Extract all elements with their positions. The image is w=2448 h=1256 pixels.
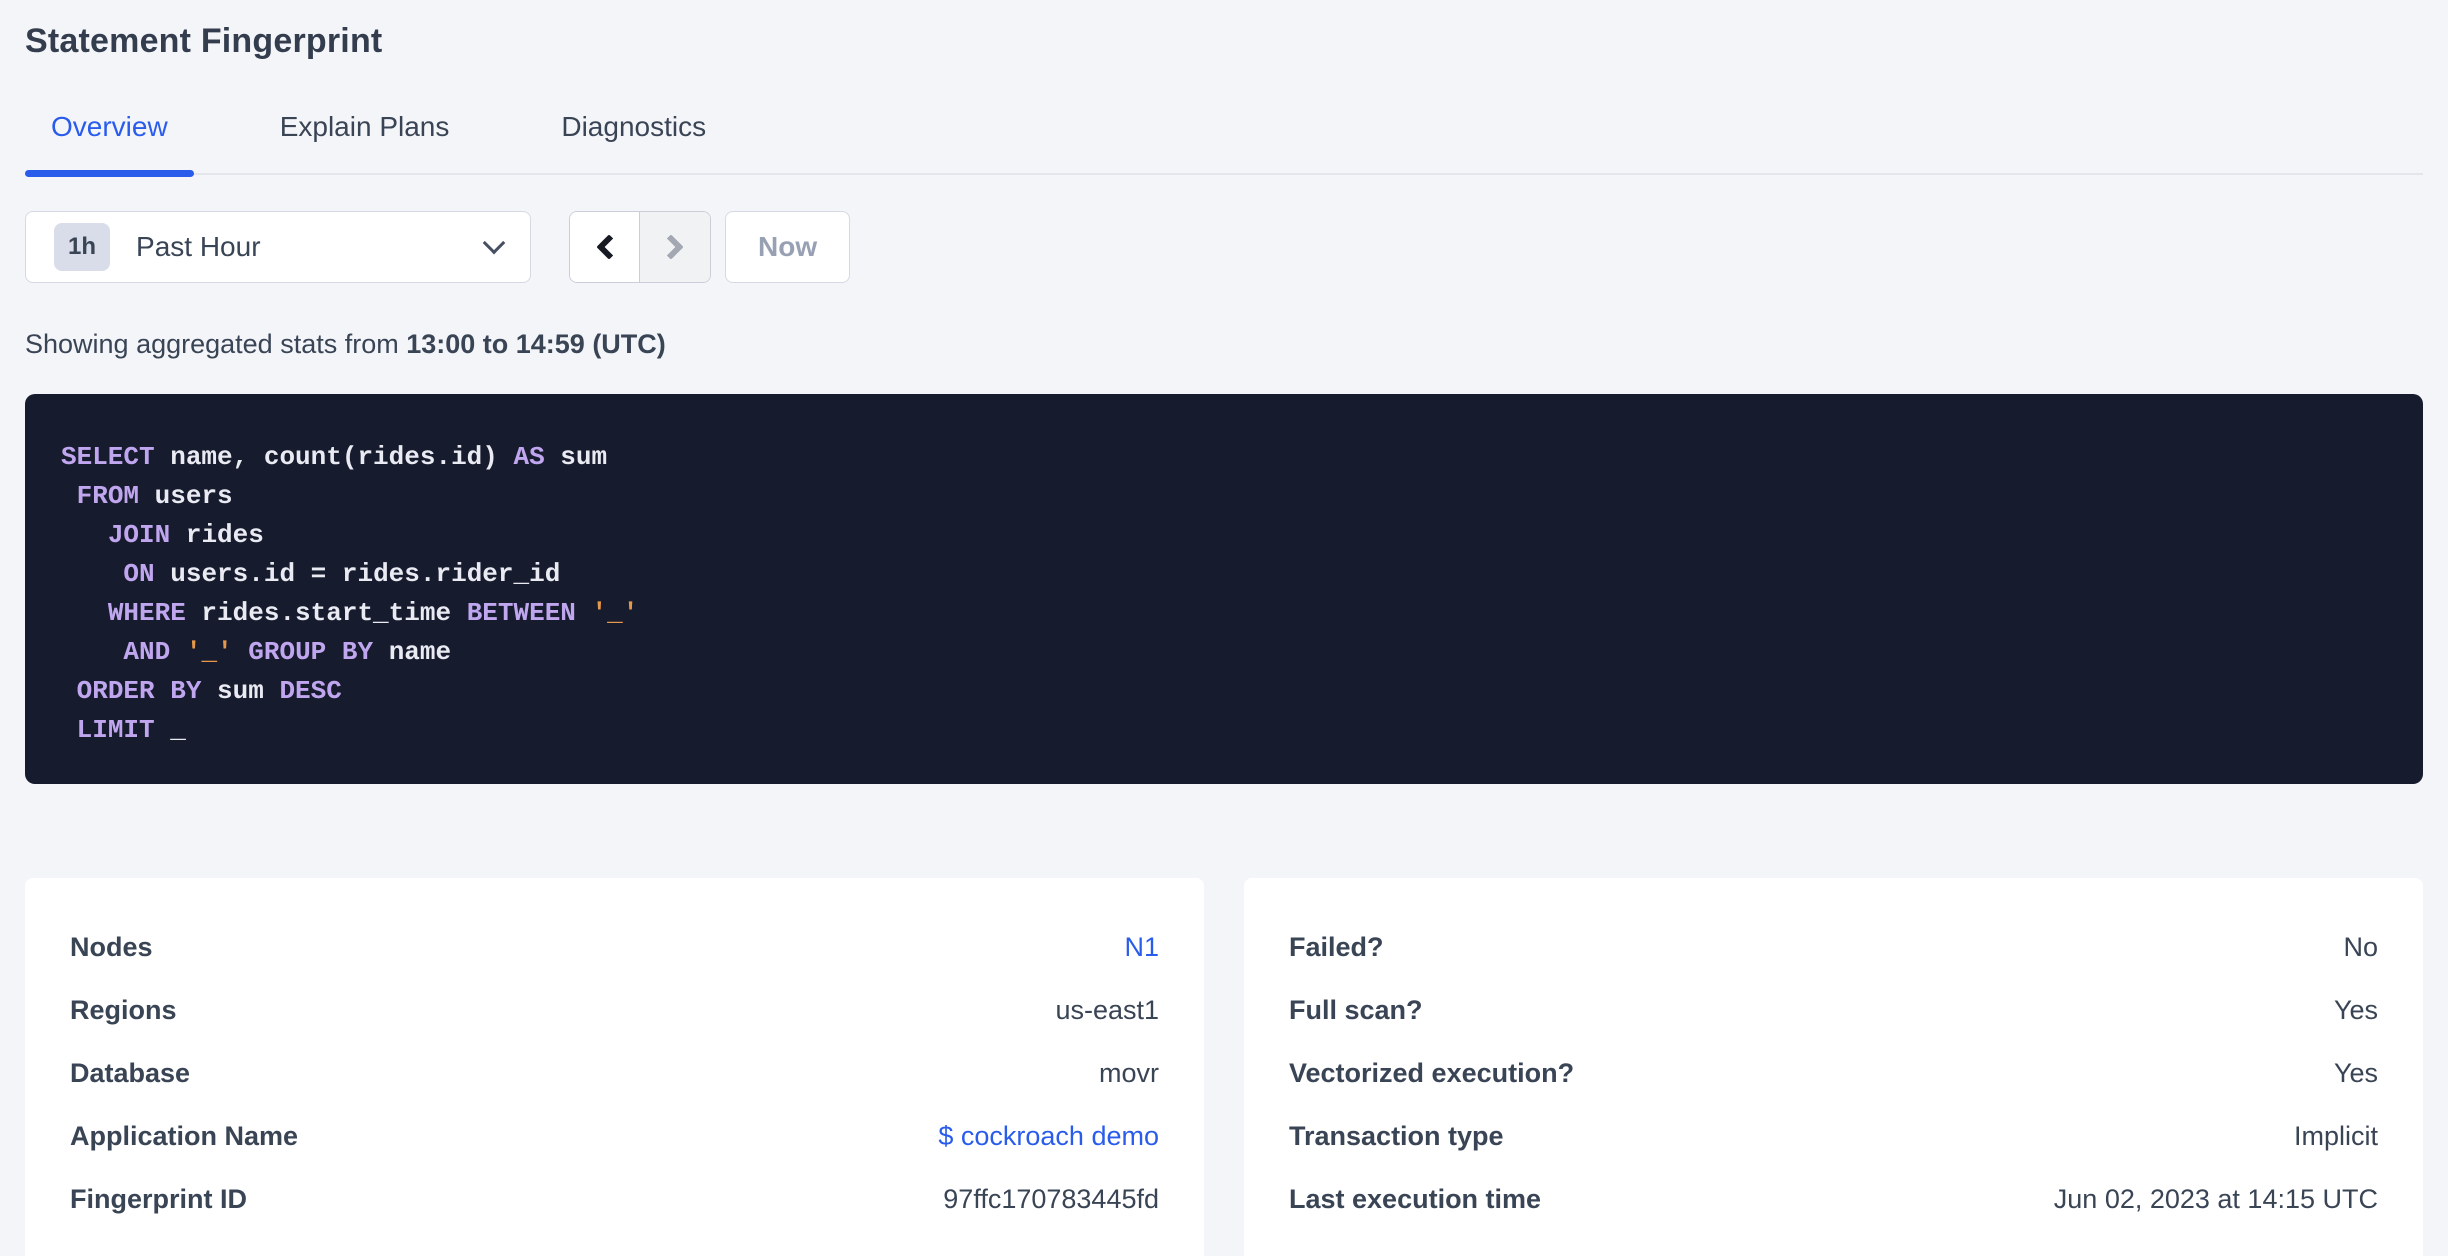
next-time-button[interactable] [640,212,710,282]
row-value: Yes [2333,995,2378,1025]
row-label: Application Name [70,1121,299,1151]
row-label: Database [70,1058,191,1088]
row-label: Regions [70,995,177,1025]
sql-statement-box: SELECT name, count(rides.id) AS sum FROM… [25,394,2423,784]
now-button[interactable]: Now [725,211,851,283]
time-range-label: Past Hour [136,231,261,262]
row-regions: Regions us-east1 [70,979,1159,1042]
row-last-execution-time: Last execution time Jun 02, 2023 at 14:1… [1289,1168,2378,1231]
aggregated-stats-note: Showing aggregated stats from 13:00 to 1… [25,329,2423,360]
row-database: Database movr [70,1042,1159,1105]
row-nodes: Nodes N1 [70,916,1159,979]
row-value: 97ffc170783445fd [943,1184,1159,1214]
row-failed: Failed? No [1289,916,2378,979]
row-label: Full scan? [1289,995,1423,1025]
stats-note-prefix: Showing aggregated stats from [25,329,407,359]
chevron-left-icon [595,234,622,260]
tab-overview[interactable]: Overview [25,111,194,177]
time-range-dropdown[interactable]: 1h Past Hour [25,211,531,283]
row-value: movr [1099,1058,1159,1088]
row-label: Fingerprint ID [70,1184,247,1214]
row-value: Jun 02, 2023 at 14:15 UTC [2053,1184,2378,1214]
row-value: Implicit [2293,1121,2378,1151]
prev-time-button[interactable] [570,212,640,282]
statement-fingerprint-page: Statement Fingerprint Overview Explain P… [0,0,2448,1256]
statement-details-card: Nodes N1 Regions us-east1 Database movr … [25,878,1204,1256]
row-value: No [2343,932,2378,962]
row-value: Yes [2333,1058,2378,1088]
tab-explain-plans-label: Explain Plans [279,111,450,142]
page-title: Statement Fingerprint [25,22,383,60]
row-transaction-type: Transaction type Implicit [1289,1105,2378,1168]
tab-overview-label: Overview [51,111,168,142]
row-vectorized: Vectorized execution? Yes [1289,1042,2378,1105]
time-range-badge: 1h [54,223,111,271]
row-label: Vectorized execution? [1289,1058,1575,1088]
time-step-button-group [569,211,711,283]
tab-diagnostics[interactable]: Diagnostics [535,111,732,173]
sql-code: SELECT name, count(rides.id) AS sum FROM… [61,442,639,745]
execution-attributes-card: Failed? No Full scan? Yes Vectorized exe… [1244,878,2423,1256]
row-label: Last execution time [1289,1184,1542,1214]
time-controls: 1h Past Hour Now [25,211,2423,283]
tab-explain-plans[interactable]: Explain Plans [254,111,476,173]
stats-note-range: 13:00 to 14:59 (UTC) [406,329,666,359]
chevron-down-icon [482,231,506,255]
row-application-name: Application Name $ cockroach demo [70,1105,1159,1168]
tab-bar: Overview Explain Plans Diagnostics [25,111,2423,177]
tab-diagnostics-label: Diagnostics [561,111,707,142]
row-full-scan: Full scan? Yes [1289,979,2378,1042]
application-name-link[interactable]: $ cockroach demo [938,1121,1159,1152]
row-label: Failed? [1289,932,1384,962]
node-link[interactable]: N1 [1124,932,1159,963]
row-label: Nodes [70,932,153,962]
chevron-right-icon [658,234,684,260]
row-value: us-east1 [1055,995,1159,1025]
summary-cards: Nodes N1 Regions us-east1 Database movr … [25,878,2423,1256]
row-fingerprint-id: Fingerprint ID 97ffc170783445fd [70,1168,1159,1231]
row-label: Transaction type [1289,1121,1504,1151]
